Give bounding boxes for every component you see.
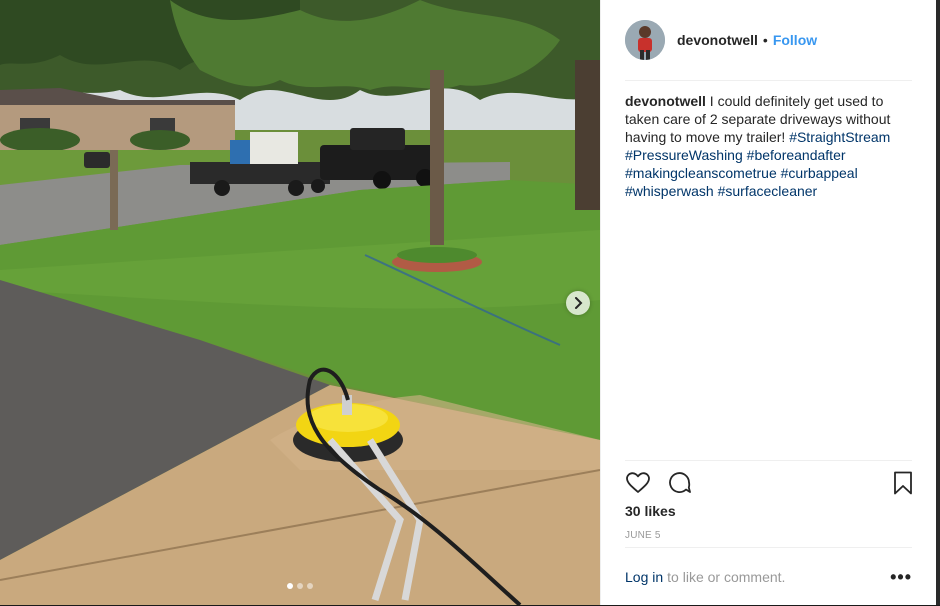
avatar[interactable] bbox=[625, 20, 665, 60]
username-link[interactable]: devonotwell bbox=[677, 32, 758, 48]
hashtag[interactable]: #StraightStream bbox=[789, 129, 890, 145]
carousel-dot bbox=[297, 583, 303, 589]
post-date[interactable]: JUNE 5 bbox=[625, 530, 661, 541]
post-details-panel: devonotwell • Follow devonotwell I could… bbox=[600, 0, 936, 605]
post-caption: devonotwell I could definitely get used … bbox=[625, 92, 906, 200]
carousel-dot bbox=[307, 583, 313, 589]
like-button[interactable] bbox=[625, 470, 651, 496]
comment-button[interactable] bbox=[667, 470, 693, 496]
backdrop-edge bbox=[936, 0, 940, 605]
hashtag[interactable]: #makingcleanscometrue bbox=[625, 165, 777, 181]
separator-dot: • bbox=[762, 32, 768, 48]
post-actions bbox=[625, 460, 912, 505]
likes-count[interactable]: 30 likes bbox=[625, 503, 676, 519]
carousel-indicator bbox=[0, 583, 600, 589]
save-button[interactable] bbox=[890, 470, 916, 496]
login-link[interactable]: Log in bbox=[625, 569, 663, 585]
hashtag[interactable]: #curbappeal bbox=[781, 165, 858, 181]
avatar-image bbox=[625, 20, 665, 60]
comment-icon bbox=[669, 472, 691, 493]
bookmark-icon bbox=[894, 471, 912, 495]
post-modal: devonotwell • Follow devonotwell I could… bbox=[0, 0, 936, 605]
hashtag[interactable]: #beforeandafter bbox=[747, 147, 846, 163]
comment-footer: Log in to like or comment. ••• bbox=[625, 547, 912, 606]
chevron-right-icon bbox=[575, 297, 583, 309]
hashtag[interactable]: #surfacecleaner bbox=[718, 183, 818, 199]
hashtag[interactable]: #whisperwash bbox=[625, 183, 714, 199]
heart-icon bbox=[626, 472, 650, 493]
next-slide-button[interactable] bbox=[566, 291, 590, 315]
hashtag[interactable]: #PressureWashing bbox=[625, 147, 743, 163]
login-prompt-text: to like or comment. bbox=[667, 569, 786, 585]
photo-scene bbox=[0, 0, 600, 605]
carousel-dot bbox=[287, 583, 293, 589]
more-options-icon[interactable]: ••• bbox=[890, 567, 912, 588]
post-header: devonotwell • Follow bbox=[625, 0, 912, 81]
caption-username[interactable]: devonotwell bbox=[625, 93, 706, 109]
post-photo[interactable] bbox=[0, 0, 600, 605]
follow-button[interactable]: Follow bbox=[773, 32, 817, 48]
